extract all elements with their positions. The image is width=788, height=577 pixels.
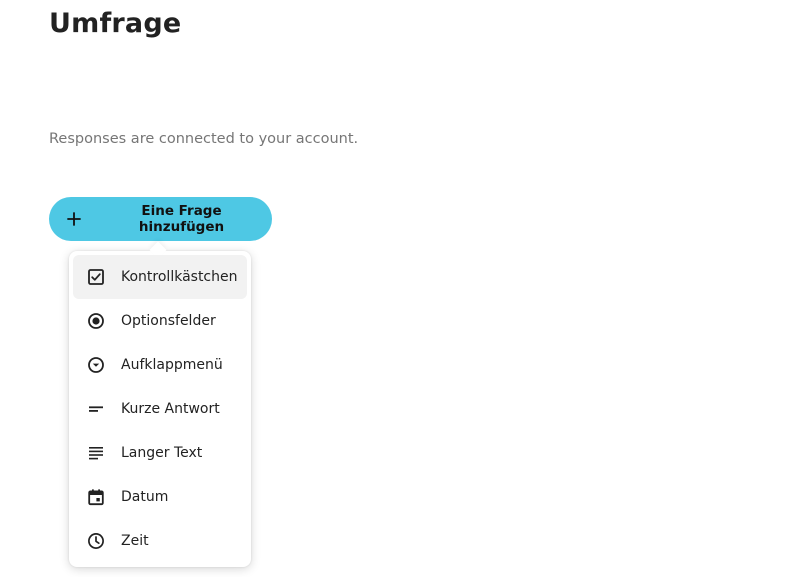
short-text-icon bbox=[87, 400, 105, 418]
menu-item-label: Kontrollkästchen bbox=[121, 269, 238, 285]
menu-item-time[interactable]: Zeit bbox=[73, 519, 247, 563]
menu-item-long-text[interactable]: Langer Text bbox=[73, 431, 247, 475]
menu-item-label: Kurze Antwort bbox=[121, 401, 220, 417]
calendar-icon bbox=[87, 488, 105, 506]
page-subtitle: Responses are connected to your account. bbox=[49, 131, 359, 147]
menu-item-date[interactable]: Datum bbox=[73, 475, 247, 519]
menu-item-label: Langer Text bbox=[121, 445, 203, 461]
add-question-button[interactable]: Eine Frage hinzufügen bbox=[49, 197, 272, 241]
menu-item-radio[interactable]: Optionsfelder bbox=[73, 299, 247, 343]
survey-page: Umfrage Responses are connected to your … bbox=[0, 0, 788, 577]
menu-item-label: Aufklappmenü bbox=[121, 357, 223, 373]
menu-item-checkbox[interactable]: Kontrollkästchen bbox=[73, 255, 247, 299]
menu-item-short-answer[interactable]: Kurze Antwort bbox=[73, 387, 247, 431]
dropdown-icon bbox=[87, 356, 105, 374]
menu-item-dropdown[interactable]: Aufklappmenü bbox=[73, 343, 247, 387]
menu-item-label: Zeit bbox=[121, 533, 149, 549]
plus-icon bbox=[67, 212, 81, 226]
menu-item-label: Optionsfelder bbox=[121, 313, 216, 329]
clock-icon bbox=[87, 532, 105, 550]
question-type-menu: Kontrollkästchen Optionsfelder Aufklappm… bbox=[69, 251, 251, 567]
checkbox-icon bbox=[87, 268, 105, 286]
long-text-icon bbox=[87, 444, 105, 462]
page-title: Umfrage bbox=[49, 8, 182, 39]
add-question-label: Eine Frage hinzufügen bbox=[138, 203, 225, 235]
radio-button-icon bbox=[87, 312, 105, 330]
menu-item-label: Datum bbox=[121, 489, 169, 505]
